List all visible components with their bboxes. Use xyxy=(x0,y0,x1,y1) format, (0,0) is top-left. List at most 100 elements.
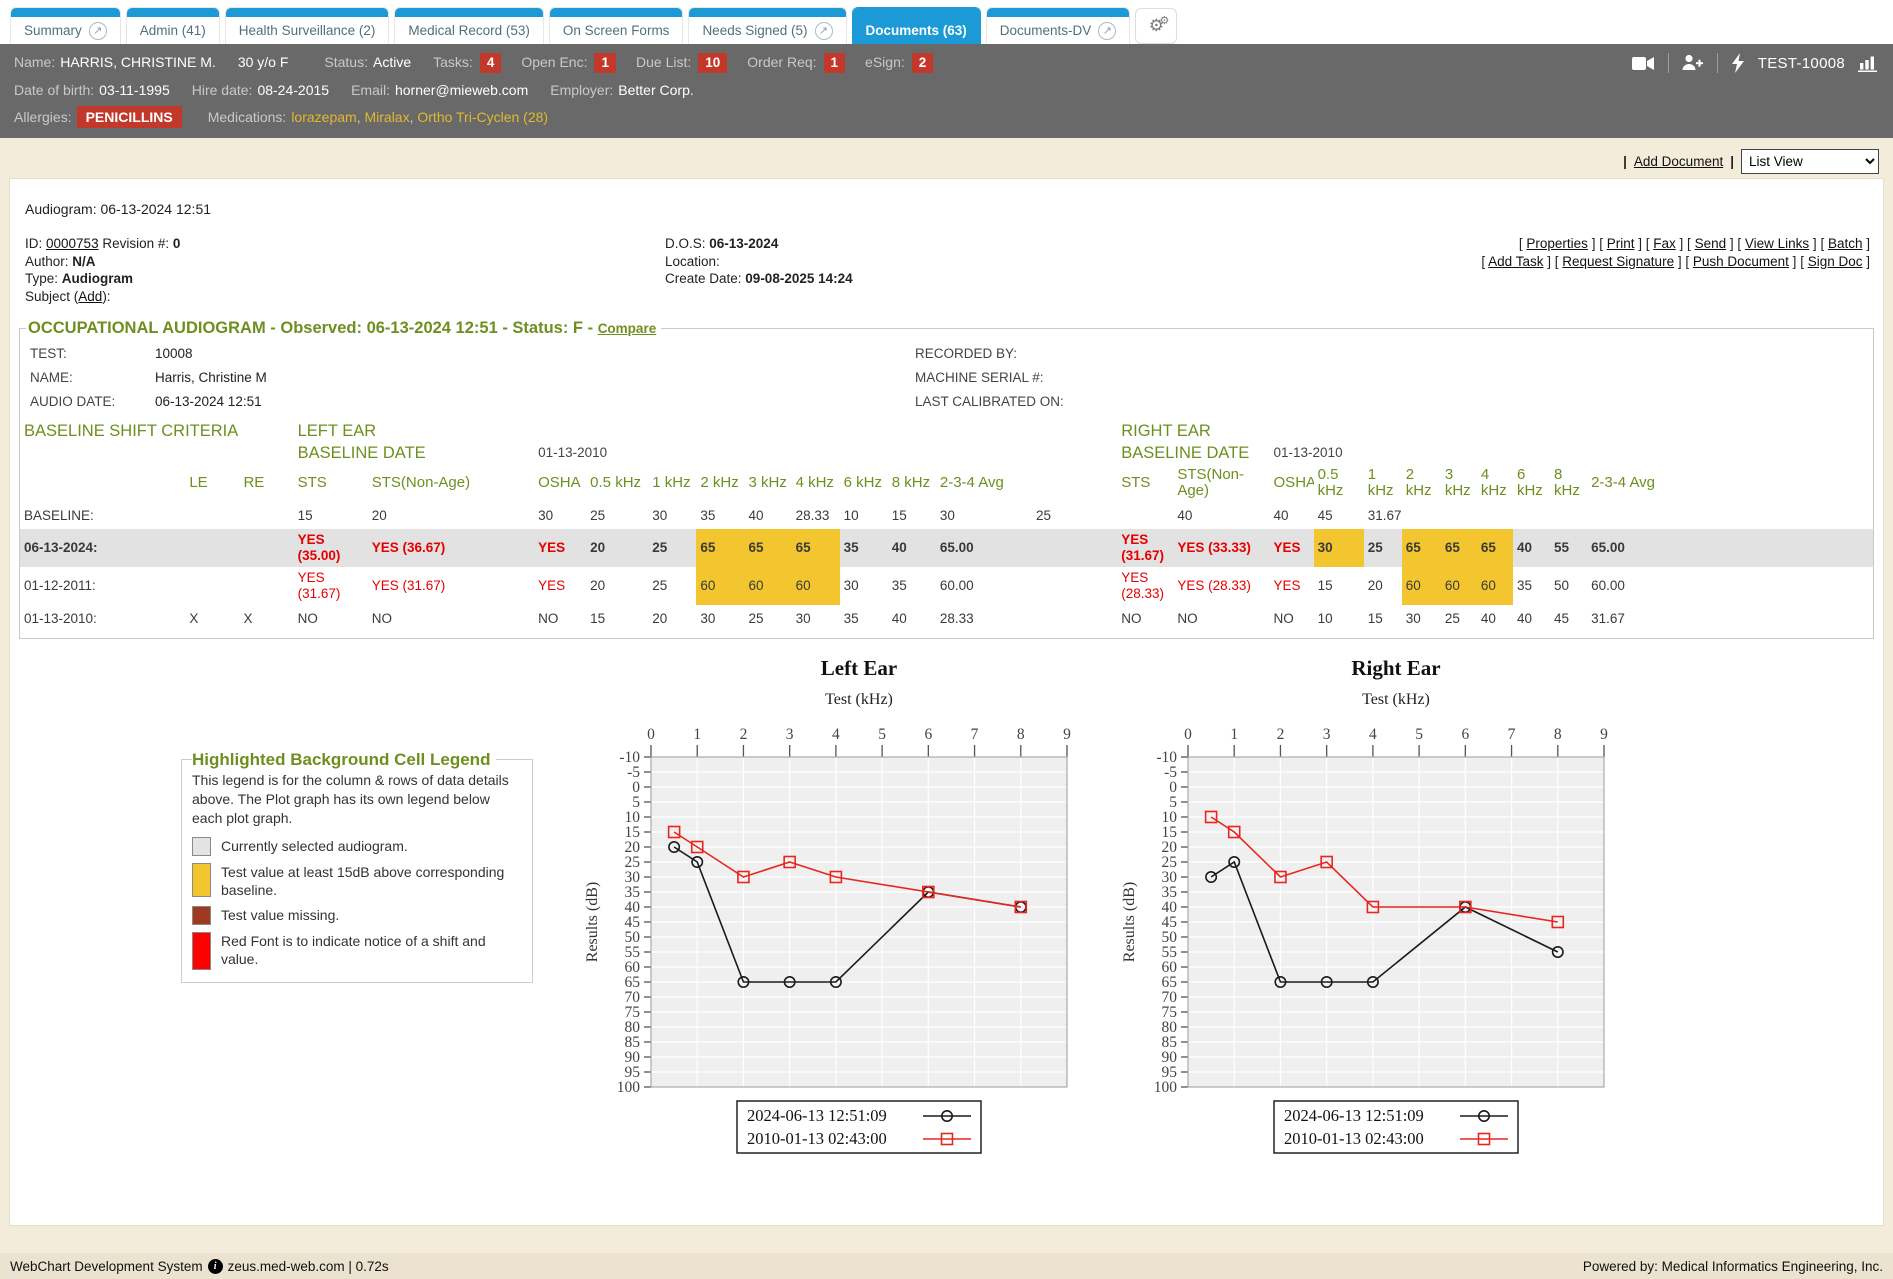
counter-label: Due List: xyxy=(636,48,691,77)
table-cell: 01-13-2010: xyxy=(20,605,185,632)
table-cell xyxy=(1032,464,1117,502)
info-label: NAME: xyxy=(30,366,155,390)
tab-documents-63[interactable]: Documents (63) xyxy=(852,7,981,44)
field-value: Better Corp. xyxy=(618,77,693,104)
table-cell: 25 xyxy=(648,529,696,567)
bar-chart-icon[interactable] xyxy=(1858,55,1877,72)
table-cell: NO xyxy=(1173,605,1269,632)
table-cell: BASELINE: xyxy=(20,502,185,529)
table-cell: 20 xyxy=(368,502,534,529)
batch-link[interactable]: Batch xyxy=(1828,236,1863,251)
table-cell: 30 xyxy=(840,567,888,605)
fax-link[interactable]: Fax xyxy=(1653,236,1676,251)
svg-text:1: 1 xyxy=(693,726,701,743)
table-cell: 30 xyxy=(1402,605,1441,632)
allergy-badge[interactable]: PENICILLINS xyxy=(77,106,182,128)
legend-item-text: Test value at least 15dB above correspon… xyxy=(221,863,522,899)
meta-text: Type: xyxy=(25,271,62,286)
svg-text:8: 8 xyxy=(1554,726,1562,743)
table-cell: 3 kHz xyxy=(1441,464,1477,502)
add-task-link[interactable]: Add Task xyxy=(1488,254,1543,269)
table-cell: YES (31.67) xyxy=(294,567,368,605)
svg-text:4: 4 xyxy=(832,726,840,743)
table-cell xyxy=(1441,502,1477,529)
document-meta-middle: D.O.S: 06-13-2024Location:Create Date: 0… xyxy=(665,235,1325,305)
count-badge-open-enc[interactable]: 1 xyxy=(594,53,616,73)
field-label: Hire date: xyxy=(192,77,253,104)
table-cell: 40 xyxy=(1270,502,1314,529)
table-row: BASELINE:1520302530354028.33101530254040… xyxy=(20,502,1873,529)
table-cell xyxy=(239,529,293,567)
table-cell xyxy=(1402,502,1441,529)
svg-text:Results (dB): Results (dB) xyxy=(1121,882,1138,962)
info-icon[interactable] xyxy=(208,1259,223,1274)
table-cell: 65 xyxy=(1441,529,1477,567)
send-link[interactable]: Send xyxy=(1695,236,1727,251)
table-cell: 28.33 xyxy=(792,502,840,529)
tab-accent-strip xyxy=(987,8,1130,17)
allergies-label: Allergies: xyxy=(14,104,72,131)
table-cell: 50 xyxy=(1550,567,1587,605)
external-link-icon[interactable] xyxy=(1098,22,1116,40)
table-cell: 31.67 xyxy=(1587,605,1677,632)
name-label: Name: xyxy=(14,48,55,77)
table-cell: 01-13-2010 xyxy=(1270,442,1441,464)
properties-link[interactable]: Properties xyxy=(1526,236,1588,251)
lightning-icon[interactable] xyxy=(1731,53,1745,73)
print-link[interactable]: Print xyxy=(1607,236,1635,251)
table-cell xyxy=(185,567,239,605)
tab-needs-signed-5[interactable]: Needs Signed (5) xyxy=(688,7,846,44)
table-cell: STS xyxy=(294,464,368,502)
inline-link-0000753[interactable]: 0000753 xyxy=(46,236,99,251)
count-badge-due-list[interactable]: 10 xyxy=(698,53,727,73)
link-row: [ Add Task ] [ Request Signature ] [ Pus… xyxy=(1325,253,1870,271)
inline-link-add[interactable]: Add xyxy=(78,289,102,304)
tab-summary[interactable]: Summary xyxy=(10,7,121,44)
meta-text: D.O.S: xyxy=(665,236,709,251)
medication-item[interactable]: lorazepam xyxy=(291,109,356,125)
svg-text:5: 5 xyxy=(1415,726,1423,743)
table-cell: 25 xyxy=(1441,605,1477,632)
add-document-link[interactable]: Add Document xyxy=(1634,154,1723,169)
push-document-link[interactable]: Push Document xyxy=(1693,254,1789,269)
view-mode-select[interactable]: List View xyxy=(1741,149,1879,174)
add-user-icon[interactable] xyxy=(1682,54,1704,72)
table-cell: YES xyxy=(1270,529,1314,567)
tab-documents-dv[interactable]: Documents-DV xyxy=(986,7,1131,44)
video-camera-icon[interactable] xyxy=(1632,56,1655,71)
settings-gear-icon[interactable] xyxy=(1135,8,1177,44)
tab-label: On Screen Forms xyxy=(563,23,670,38)
table-cell: 06-13-2024: xyxy=(20,529,185,567)
table-cell: YES xyxy=(1270,567,1314,605)
table-cell: 35 xyxy=(840,529,888,567)
meta-line: Location: xyxy=(665,253,1325,271)
allergies-list: PENICILLINS xyxy=(77,104,208,131)
charts-row: Highlighted Background Cell Legend This … xyxy=(19,649,1874,1157)
svg-text:8: 8 xyxy=(1017,726,1025,743)
request-signature-link[interactable]: Request Signature xyxy=(1562,254,1674,269)
count-badge-esign[interactable]: 2 xyxy=(912,53,934,73)
tab-medical-record-53[interactable]: Medical Record (53) xyxy=(394,7,544,44)
tab-accent-strip xyxy=(550,8,683,17)
tab-admin-41[interactable]: Admin (41) xyxy=(126,7,220,44)
table-cell: RIGHT EAR xyxy=(1117,420,1873,442)
tab-label: Documents (63) xyxy=(866,23,967,38)
info-label: AUDIO DATE: xyxy=(30,390,155,414)
count-badge-tasks[interactable]: 4 xyxy=(480,53,502,73)
view-links-link[interactable]: View Links xyxy=(1745,236,1809,251)
external-link-icon[interactable] xyxy=(815,22,833,40)
table-cell: LEFT EAR xyxy=(294,420,1118,442)
table-row: BASELINE DATE01-13-2010BASELINE DATE01-1… xyxy=(20,442,1873,464)
medication-item[interactable]: Ortho Tri-Cyclen (28) xyxy=(417,109,548,125)
tab-on-screen-forms[interactable]: On Screen Forms xyxy=(549,7,684,44)
count-badge-order-req[interactable]: 1 xyxy=(824,53,846,73)
sign-doc-link[interactable]: Sign Doc xyxy=(1808,254,1863,269)
meta-text: Subject ( xyxy=(25,289,78,304)
medication-item[interactable]: Miralax xyxy=(364,109,409,125)
compare-link[interactable]: Compare xyxy=(598,321,657,336)
document-toolbar: | Add Document | List View xyxy=(0,138,1893,174)
table-cell: 60 xyxy=(1441,567,1477,605)
external-link-icon[interactable] xyxy=(89,22,107,40)
table-row: LERESTSSTS(Non-Age)OSHA0.5 kHz1 kHz2 kHz… xyxy=(20,464,1873,502)
tab-health-surveillance-2[interactable]: Health Surveillance (2) xyxy=(225,7,390,44)
